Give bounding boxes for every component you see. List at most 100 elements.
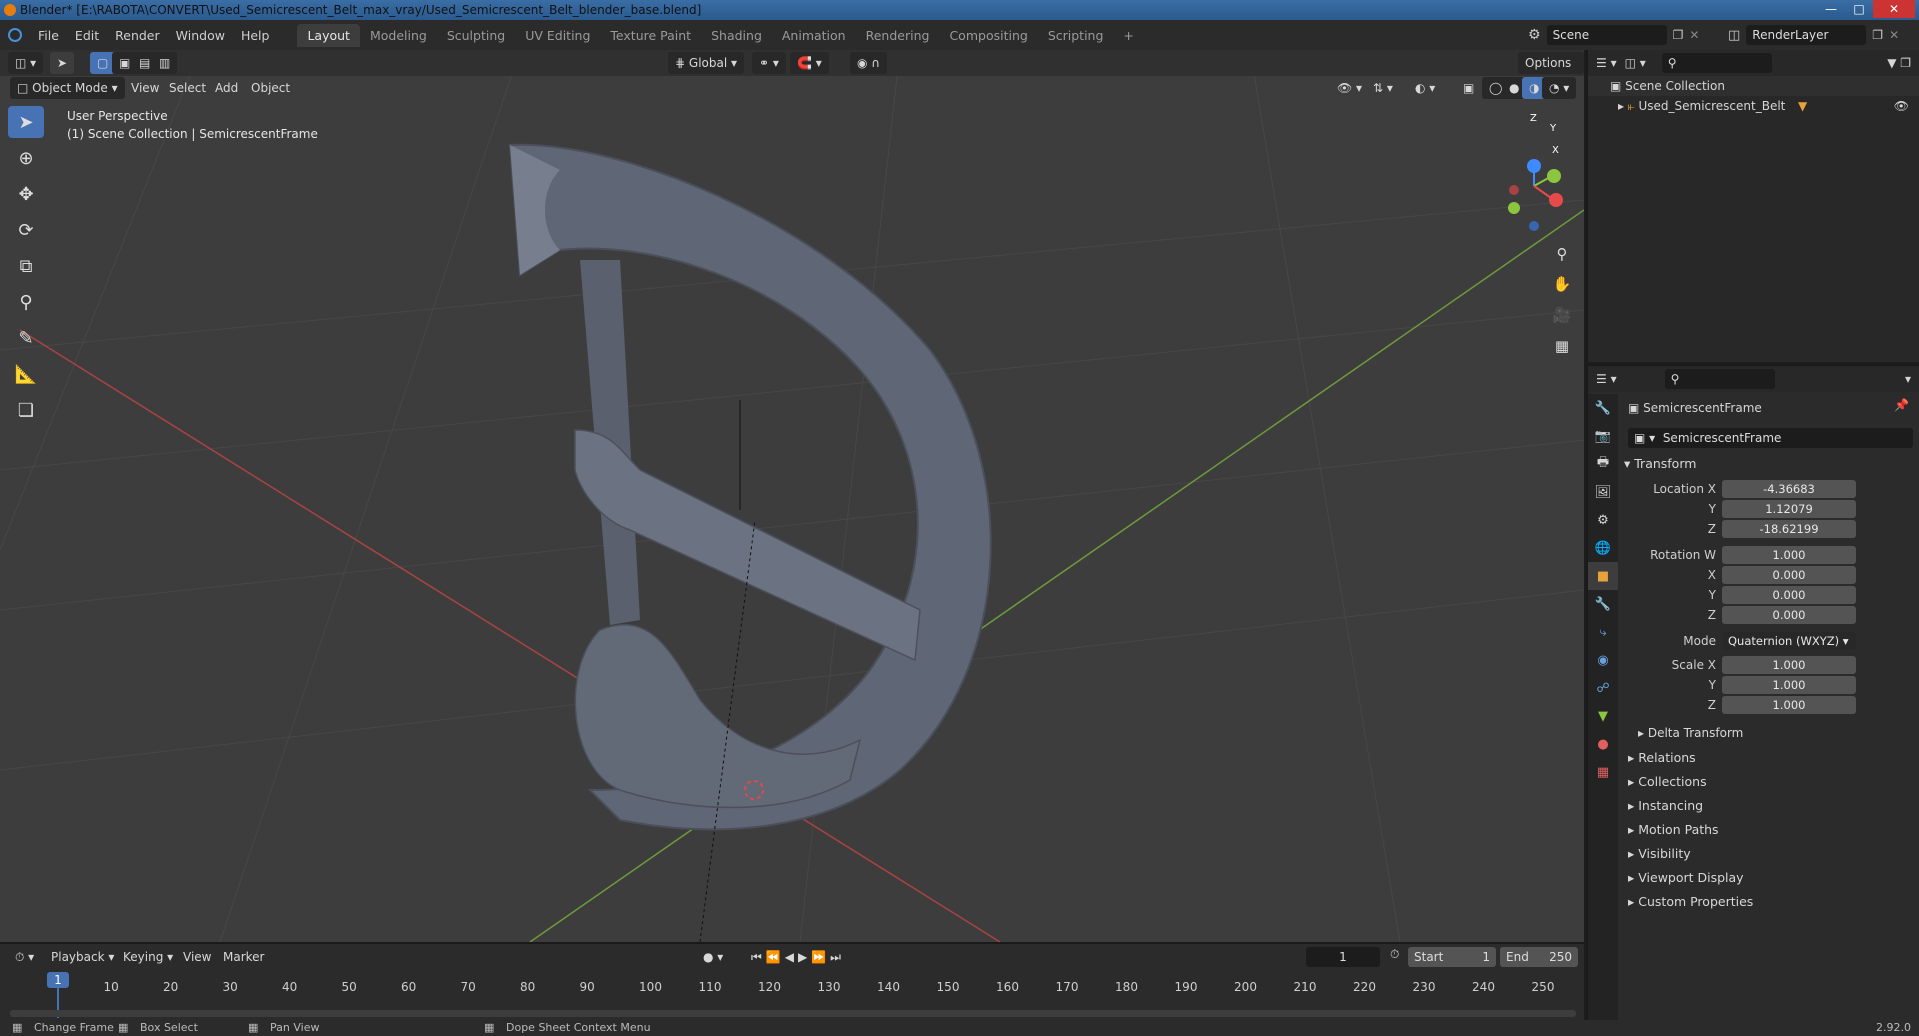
properties-options-icon[interactable]: ▾: [1905, 372, 1911, 386]
camera-icon[interactable]: 🎥: [1548, 301, 1576, 329]
tab-animation[interactable]: Animation: [772, 24, 856, 47]
menu-render[interactable]: Render: [107, 28, 168, 43]
outliner-item[interactable]: ▸ ⫦ Used_Semicrescent_Belt ▼ 👁: [1588, 96, 1919, 116]
minimize-icon[interactable]: —: [1817, 0, 1845, 18]
tab-layout[interactable]: Layout: [297, 23, 360, 47]
eye-visibility-icon[interactable]: 👁: [1894, 96, 1909, 116]
rotation-mode-dropdown[interactable]: Quaternion (WXYZ) ▾: [1722, 632, 1856, 650]
display-mode-icon[interactable]: ◫ ▾: [1625, 56, 1646, 70]
outliner-search-input[interactable]: ⚲: [1661, 53, 1772, 73]
remove-view-layer-icon[interactable]: ✕: [1889, 28, 1899, 42]
filter-icon[interactable]: ▼ ❐: [1887, 56, 1911, 70]
object-mode-dropdown[interactable]: □ Object Mode ▾: [10, 77, 125, 99]
pivot-icon[interactable]: ⚭ ▾: [752, 52, 786, 74]
overlay-toggle-icon[interactable]: ◐ ▾: [1408, 77, 1442, 99]
editor-type-icon[interactable]: ◫ ▾: [8, 52, 44, 74]
texture-tab-icon[interactable]: ▦: [1588, 758, 1618, 786]
view-layer-field[interactable]: RenderLayer: [1746, 25, 1867, 45]
menu-add[interactable]: Add: [208, 77, 245, 99]
tab-uv-editing[interactable]: UV Editing: [515, 24, 600, 47]
select-mode-invert-icon[interactable]: ▥: [152, 52, 178, 74]
properties-editor-icon[interactable]: ☰ ▾: [1596, 372, 1617, 386]
menu-object[interactable]: Object: [244, 77, 297, 99]
proportional-edit-icon[interactable]: ◉ ∩: [850, 52, 888, 74]
scale-y-field[interactable]: 1.000: [1722, 676, 1856, 694]
transform-panel-header[interactable]: ▾ Transform: [1624, 456, 1696, 471]
visibility-icon[interactable]: 👁 ▾: [1330, 77, 1369, 99]
menu-edit[interactable]: Edit: [67, 28, 107, 43]
scale-tool-icon[interactable]: ⧉: [8, 250, 44, 282]
shading-rendered-icon[interactable]: ◔ ▾: [1542, 77, 1577, 99]
location-y-field[interactable]: 1.12079: [1722, 500, 1856, 518]
add-cube-tool-icon[interactable]: ❏: [8, 394, 44, 426]
maximize-icon[interactable]: □: [1845, 0, 1873, 18]
blender-menu-icon[interactable]: [0, 20, 30, 50]
orientation-dropdown[interactable]: ⋕ Global ▾: [668, 52, 745, 74]
zoom-icon[interactable]: ⚲: [1548, 240, 1576, 268]
xray-icon[interactable]: ▣: [1456, 77, 1481, 99]
scene-field[interactable]: Scene: [1546, 25, 1667, 45]
rotation-x-field[interactable]: 0.000: [1722, 566, 1856, 584]
location-z-field[interactable]: -18.62199: [1722, 520, 1856, 538]
tab-modeling[interactable]: Modeling: [360, 24, 437, 47]
new-scene-icon[interactable]: ❐: [1673, 28, 1684, 42]
menu-help[interactable]: Help: [233, 28, 278, 43]
rotation-z-field[interactable]: 0.000: [1722, 606, 1856, 624]
options-dropdown[interactable]: Options ▾: [1518, 52, 1584, 92]
scale-x-field[interactable]: 1.000: [1722, 656, 1856, 674]
outliner-scene-collection[interactable]: ▣ Scene Collection: [1588, 76, 1919, 96]
tab-rendering[interactable]: Rendering: [856, 24, 940, 47]
menu-window[interactable]: Window: [168, 28, 233, 43]
properties-search-input[interactable]: ⚲: [1664, 369, 1775, 389]
material-tab-icon[interactable]: ●: [1588, 730, 1618, 758]
move-tool-icon[interactable]: ✥: [8, 178, 44, 210]
playhead[interactable]: 1: [47, 972, 69, 988]
viewport-canvas[interactable]: [0, 50, 1584, 942]
tab-compositing[interactable]: Compositing: [939, 24, 1037, 47]
measure-tool-icon[interactable]: 📐: [8, 358, 44, 390]
location-x-field[interactable]: -4.36683: [1722, 480, 1856, 498]
tab-texture-paint[interactable]: Texture Paint: [600, 24, 701, 47]
object-datablock-field[interactable]: ▣ ▾ SemicrescentFrame: [1628, 428, 1913, 448]
rotation-y-field[interactable]: 0.000: [1722, 586, 1856, 604]
transform-tool-icon[interactable]: ⚲: [8, 286, 44, 318]
view-layer-icon[interactable]: ◫: [1728, 28, 1740, 43]
3d-viewport[interactable]: User Perspective (1) Scene Collection | …: [0, 50, 1584, 942]
annotate-tool-icon[interactable]: ✎: [8, 322, 44, 354]
relations-panel-header[interactable]: ▸ Relations: [1628, 750, 1696, 765]
pan-hand-icon[interactable]: ✋: [1548, 270, 1576, 298]
instancing-panel-header[interactable]: ▸ Instancing: [1628, 798, 1703, 813]
rotation-w-field[interactable]: 1.000: [1722, 546, 1856, 564]
gizmo-toggle-icon[interactable]: ⇅ ▾: [1366, 77, 1400, 99]
outliner-editor-icon[interactable]: ☰ ▾: [1596, 56, 1617, 70]
menu-view[interactable]: View: [124, 77, 166, 99]
remove-scene-icon[interactable]: ✕: [1689, 28, 1699, 42]
expand-arrow-icon[interactable]: ▸: [1618, 99, 1624, 113]
rotate-tool-icon[interactable]: ⟳: [8, 214, 44, 246]
select-tool-icon[interactable]: ➤: [50, 52, 75, 74]
select-box-tool-icon[interactable]: ➤: [8, 106, 44, 138]
scale-z-field[interactable]: 1.000: [1722, 696, 1856, 714]
cursor-tool-icon[interactable]: ⊕: [8, 142, 44, 174]
menu-file[interactable]: File: [30, 28, 67, 43]
new-view-layer-icon[interactable]: ❐: [1872, 28, 1883, 42]
snap-icon[interactable]: 🧲 ▾: [790, 52, 829, 74]
grid-ortho-icon[interactable]: ▦: [1548, 332, 1576, 360]
scene-icon[interactable]: ⚙: [1528, 27, 1541, 43]
menu-select[interactable]: Select: [162, 77, 213, 99]
motion-paths-panel-header[interactable]: ▸ Motion Paths: [1628, 822, 1719, 837]
tab-scripting[interactable]: Scripting: [1038, 24, 1114, 47]
delta-transform-header[interactable]: ▸ Delta Transform: [1638, 726, 1743, 740]
collections-panel-header[interactable]: ▸ Collections: [1628, 774, 1707, 789]
output-tab-icon[interactable]: 🖶: [1588, 450, 1618, 478]
custom-properties-panel-header[interactable]: ▸ Custom Properties: [1628, 894, 1753, 909]
viewport-display-panel-header[interactable]: ▸ Viewport Display: [1628, 870, 1744, 885]
close-icon[interactable]: ✕: [1873, 0, 1915, 18]
visibility-panel-header[interactable]: ▸ Visibility: [1628, 846, 1691, 861]
tool-tab-icon[interactable]: 🔧: [1588, 394, 1618, 422]
pin-icon[interactable]: 📌: [1894, 398, 1909, 412]
tab-shading[interactable]: Shading: [701, 24, 772, 47]
add-workspace-icon[interactable]: +: [1113, 24, 1143, 47]
render-tab-icon[interactable]: 📷: [1588, 422, 1618, 450]
tab-sculpting[interactable]: Sculpting: [437, 24, 515, 47]
